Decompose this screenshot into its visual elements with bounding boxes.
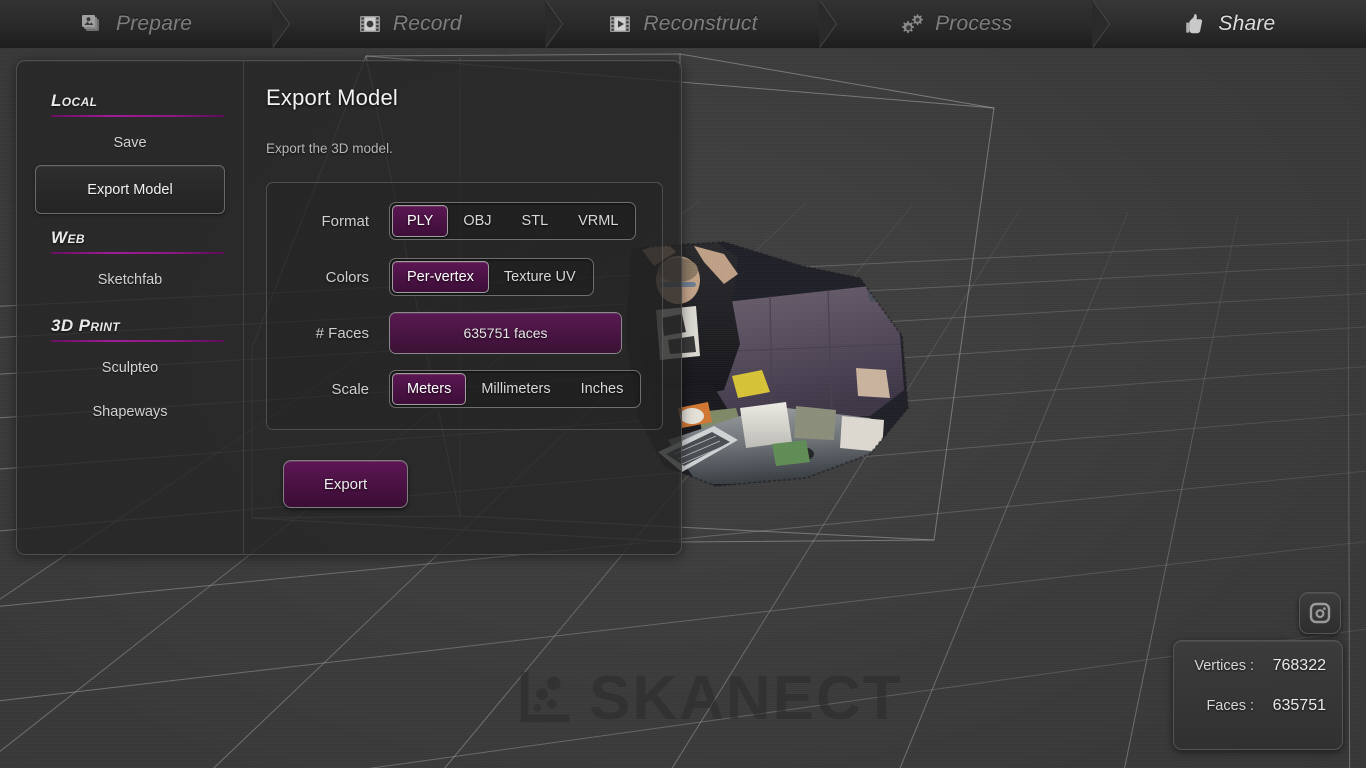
colors-segmented-control[interactable]: Per-vertex Texture UV <box>389 258 594 296</box>
tab-record[interactable]: Record <box>273 0 546 48</box>
sidebar-section-rule <box>51 340 224 342</box>
film-record-icon <box>358 12 382 36</box>
sidebar-section-label-local: Local <box>51 91 97 110</box>
export-model-content: Export Model Export the 3D model. Format… <box>244 61 683 554</box>
faces-slider[interactable]: 635751 faces <box>389 312 622 354</box>
scale-option-millimeters[interactable]: Millimeters <box>466 373 565 405</box>
format-option-obj[interactable]: OBJ <box>448 205 506 237</box>
form-label-scale: Scale <box>267 381 389 398</box>
export-button-label: Export <box>324 476 367 493</box>
faces-slider-value: 635751 faces <box>390 313 621 353</box>
sidebar-item-label-save: Save <box>113 135 146 151</box>
tab-prepare[interactable]: Prepare <box>0 0 273 48</box>
tab-reconstruct[interactable]: Reconstruct <box>546 0 819 48</box>
scale-option-inches[interactable]: Inches <box>566 373 639 405</box>
format-option-vrml[interactable]: VRML <box>563 205 633 237</box>
page-description: Export the 3D model. <box>266 141 663 156</box>
sidebar-item-label-sculpteo: Sculpteo <box>102 360 158 376</box>
sidebar-item-label-export-model: Export Model <box>87 182 172 198</box>
scale-option-meters[interactable]: Meters <box>392 373 466 405</box>
stat-row-vertices: Vertices : 768322 <box>1184 657 1326 697</box>
model-stats-panel: Vertices : 768322 Faces : 635751 <box>1173 640 1343 750</box>
form-label-format: Format <box>267 213 389 230</box>
form-label-faces: # Faces <box>267 325 389 342</box>
thumbs-up-icon <box>1183 12 1207 36</box>
format-option-stl[interactable]: STL <box>507 205 564 237</box>
form-label-colors: Colors <box>267 269 389 286</box>
stat-row-faces: Faces : 635751 <box>1184 697 1326 737</box>
page-title: Export Model <box>266 85 663 111</box>
sidebar-item-label-shapeways: Shapeways <box>93 404 168 420</box>
form-row-faces: # Faces 635751 faces <box>267 305 662 361</box>
sidebar-section-label-3d-print: 3D Print <box>51 316 120 335</box>
share-panel: Local Save Export Model Web Sketchfab 3D… <box>16 60 682 555</box>
sidebar-item-label-sketchfab: Sketchfab <box>98 272 163 288</box>
tab-process[interactable]: Process <box>820 0 1093 48</box>
sidebar-section-label-web: Web <box>51 228 85 247</box>
film-play-icon <box>608 12 632 36</box>
sidebar-item-sketchfab[interactable]: Sketchfab <box>35 258 225 302</box>
colors-option-per-vertex[interactable]: Per-vertex <box>392 261 489 293</box>
photos-stack-icon <box>81 12 105 36</box>
export-options-group: Format PLY OBJ STL VRML Colors Per-verte… <box>266 182 663 430</box>
sidebar-section-rule <box>51 115 224 117</box>
stat-value-vertices: 768322 <box>1264 657 1326 675</box>
sidebar-item-export-model[interactable]: Export Model <box>35 165 225 214</box>
format-segmented-control[interactable]: PLY OBJ STL VRML <box>389 202 636 240</box>
tab-label-process: Process <box>935 12 1012 36</box>
sidebar-section-web: Web <box>35 228 225 254</box>
tab-label-record: Record <box>393 12 462 36</box>
scale-segmented-control[interactable]: Meters Millimeters Inches <box>389 370 641 408</box>
tab-share[interactable]: Share <box>1093 0 1366 48</box>
tab-label-reconstruct: Reconstruct <box>643 12 757 36</box>
stat-value-faces: 635751 <box>1264 697 1326 715</box>
sidebar-section-rule <box>51 252 224 254</box>
share-sidebar: Local Save Export Model Web Sketchfab 3D… <box>17 61 244 554</box>
tab-label-share: Share <box>1218 12 1275 36</box>
form-row-scale: Scale Meters Millimeters Inches <box>267 361 662 417</box>
form-row-colors: Colors Per-vertex Texture UV <box>267 249 662 305</box>
skanect-window: SKANECT Vertices : 768322 Faces : 635751 <box>0 0 1366 768</box>
format-option-ply[interactable]: PLY <box>392 205 448 237</box>
colors-option-texture-uv[interactable]: Texture UV <box>489 261 591 293</box>
tab-label-prepare: Prepare <box>116 12 192 36</box>
workflow-tab-bar: Prepare Record <box>0 0 1366 48</box>
camera-icon <box>1308 601 1332 625</box>
sidebar-item-sculpteo[interactable]: Sculpteo <box>35 346 225 390</box>
gears-icon <box>900 12 924 36</box>
form-row-format: Format PLY OBJ STL VRML <box>267 193 662 249</box>
sidebar-section-local: Local <box>35 91 225 117</box>
stat-key-vertices: Vertices : <box>1194 658 1254 674</box>
sidebar-item-save[interactable]: Save <box>35 121 225 165</box>
sidebar-item-shapeways[interactable]: Shapeways <box>35 390 225 434</box>
export-button[interactable]: Export <box>283 460 408 508</box>
snapshot-button[interactable] <box>1299 592 1341 634</box>
sidebar-section-3d-print: 3D Print <box>35 316 225 342</box>
stat-key-faces: Faces : <box>1206 698 1254 714</box>
